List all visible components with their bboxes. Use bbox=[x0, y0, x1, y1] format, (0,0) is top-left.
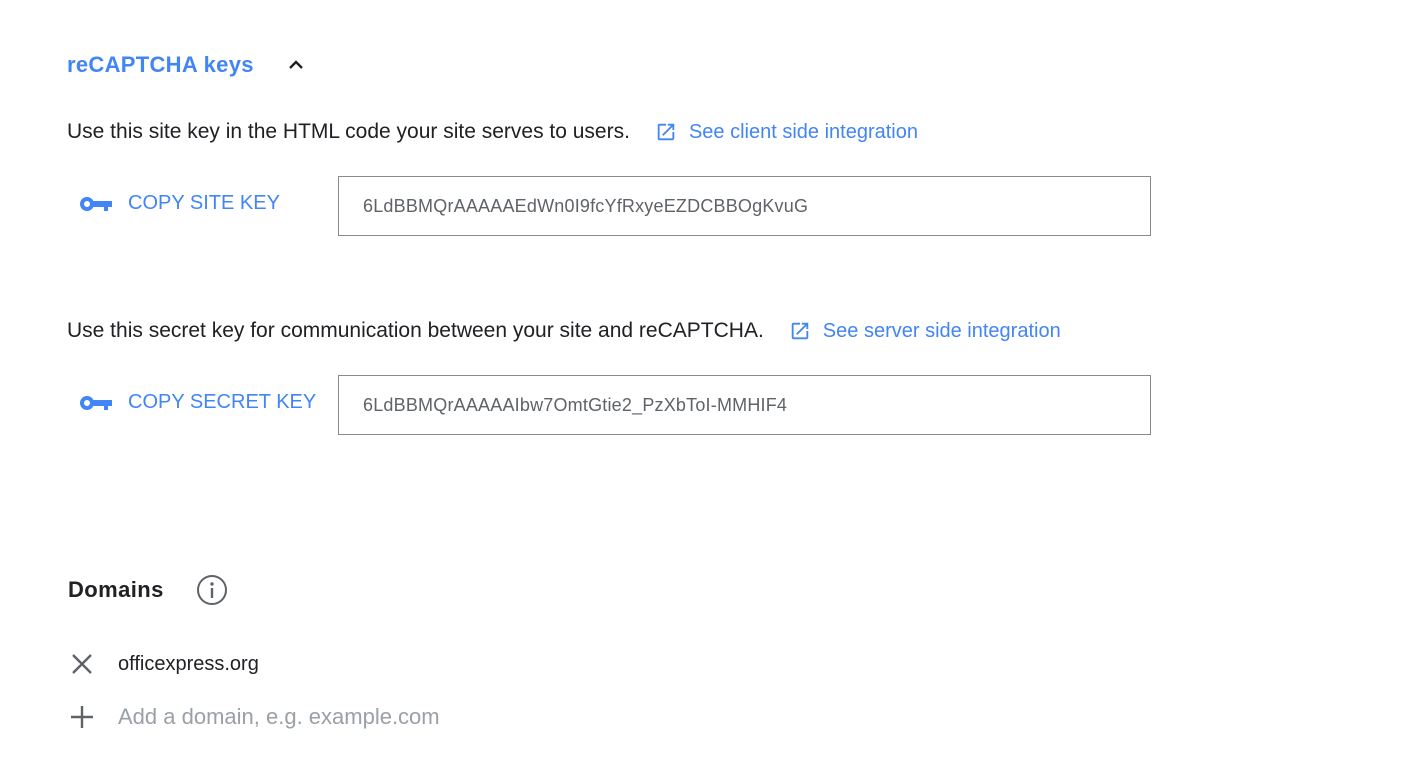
open-in-new-icon bbox=[789, 320, 811, 342]
open-in-new-icon bbox=[655, 121, 677, 143]
copy-secret-key-button[interactable]: COPY SECRET KEY bbox=[78, 391, 316, 414]
add-domain-input[interactable] bbox=[118, 704, 618, 730]
domain-list-item: officexpress.org bbox=[68, 650, 259, 678]
copy-secret-key-label: COPY SECRET KEY bbox=[128, 391, 317, 413]
secret-key-description-row: Use this secret key for communication be… bbox=[67, 319, 1061, 343]
copy-site-key-button[interactable]: COPY SITE KEY bbox=[78, 192, 280, 215]
key-icon bbox=[78, 393, 114, 413]
site-key-description-row: Use this site key in the HTML code your … bbox=[67, 120, 918, 144]
section-title: reCAPTCHA keys bbox=[67, 52, 254, 77]
plus-icon[interactable] bbox=[68, 703, 96, 731]
key-icon bbox=[78, 194, 114, 214]
domain-name: officexpress.org bbox=[118, 652, 259, 675]
client-side-integration-label: See client side integration bbox=[688, 120, 918, 143]
client-side-integration-link[interactable]: See client side integration bbox=[655, 121, 918, 144]
server-side-integration-label: See server side integration bbox=[822, 319, 1061, 342]
site-key-description: Use this site key in the HTML code your … bbox=[67, 120, 630, 143]
info-icon[interactable] bbox=[196, 574, 228, 606]
close-icon[interactable] bbox=[68, 650, 96, 678]
copy-site-key-label: COPY SITE KEY bbox=[128, 192, 280, 214]
secret-key-description: Use this secret key for communication be… bbox=[67, 319, 764, 342]
secret-key-field[interactable]: 6LdBBMQrAAAAAIbw7OmtGtie2_PzXbToI-MMHIF4 bbox=[338, 375, 1151, 435]
recaptcha-keys-header[interactable]: reCAPTCHA keys bbox=[67, 52, 308, 78]
domains-title: Domains bbox=[68, 577, 164, 602]
chevron-up-icon[interactable] bbox=[284, 53, 308, 77]
site-key-field[interactable]: 6LdBBMQrAAAAAEdWn0I9fcYfRxyeEZDCBBOgKvuG bbox=[338, 176, 1151, 236]
server-side-integration-link[interactable]: See server side integration bbox=[789, 320, 1061, 343]
add-domain-row bbox=[68, 703, 618, 731]
domains-header: Domains bbox=[68, 574, 228, 606]
